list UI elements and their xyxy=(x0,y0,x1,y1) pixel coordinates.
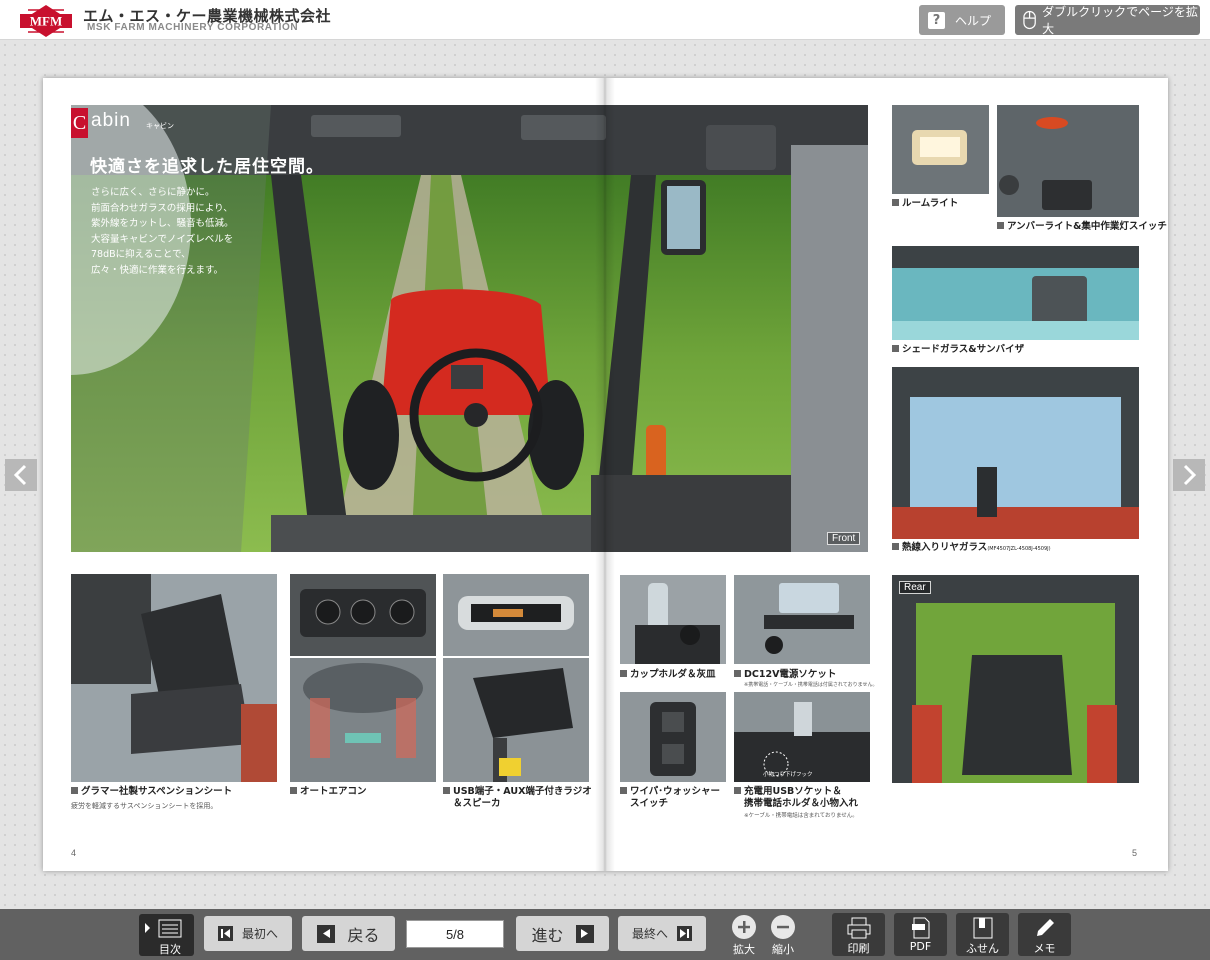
cupholder-photo xyxy=(620,575,726,664)
sticky-note-button[interactable]: ふせん xyxy=(956,913,1009,956)
seat-photo xyxy=(71,574,277,782)
last-page-button[interactable]: 最終へ xyxy=(618,916,706,951)
section-word: abin xyxy=(91,110,131,131)
rear-cabin-photo xyxy=(892,575,1139,783)
sticky-note-label: ふせん xyxy=(966,942,999,955)
caption-seat: グラマー社製サスペンションシート xyxy=(71,786,232,798)
header-bar: MFM エム・エス・ケー農業機械株式会社 MSK FARM MACHINERY … xyxy=(0,0,1210,40)
caption-dc12v: DC12V電源ソケット xyxy=(734,669,836,681)
page-number-left: 4 xyxy=(71,848,77,858)
company-name-en: MSK FARM MACHINERY CORPORATION xyxy=(87,22,299,33)
footer-toolbar: 目次 最初へ 戻る 進む 最終へ 拡大 縮小 印刷 PDF ふせん メモ xyxy=(0,909,1210,960)
caption-usb: 充電用USBソケット＆ 携帯電話ホルダ＆小物入れ xyxy=(734,786,858,810)
hero-title: 快適さを追求した居住空間。 xyxy=(90,157,324,177)
hero-body-text: さらに広く、さらに静かに。 前面合わせガラスの採用により、 紫外線をカットし、騒… xyxy=(91,187,234,276)
caption-cupholder: カップホルダ＆灰皿 xyxy=(620,669,716,681)
toc-button[interactable]: 目次 xyxy=(139,914,194,956)
memo-button[interactable]: メモ xyxy=(1018,913,1071,956)
toc-icon xyxy=(145,919,182,938)
chevron-right-icon xyxy=(1183,464,1197,486)
hook-label: 小物つり下げフック xyxy=(763,772,813,778)
pdf-icon xyxy=(911,917,929,939)
caption-amber: アンバーライト&集中作業灯スイッチ xyxy=(997,221,1167,233)
mfm-logo-icon: MFM xyxy=(20,5,72,37)
help-button[interactable]: ? ヘルプ xyxy=(919,5,1005,35)
toc-label: 目次 xyxy=(159,943,181,956)
page-number-input[interactable] xyxy=(406,920,504,948)
next-button[interactable]: 進む xyxy=(516,916,609,951)
roomlight-photo xyxy=(892,105,989,194)
prev-button[interactable]: 戻る xyxy=(302,916,395,951)
chevron-left-icon xyxy=(13,464,27,486)
first-page-icon xyxy=(217,926,233,941)
front-tag: Front xyxy=(827,532,861,545)
rear-glass-photo xyxy=(892,367,1139,539)
caption-roomlight: ルームライト xyxy=(892,198,958,210)
help-label: ヘルプ xyxy=(955,13,992,28)
first-page-label: 最初へ xyxy=(241,927,278,941)
next-page-arrow[interactable] xyxy=(1173,459,1205,491)
pdf-button[interactable]: PDF xyxy=(894,913,947,956)
caption-radio: USB端子・AUX端子付きラジオ ＆スピーカ xyxy=(443,786,592,810)
rear-tag: Rear xyxy=(899,581,931,594)
pdf-label: PDF xyxy=(909,940,932,953)
book-spine xyxy=(595,78,615,871)
zoom-hint-button[interactable]: ダブルクリックでページを拡大 xyxy=(1015,5,1200,36)
zoom-hint-label: ダブルクリックでページを拡大 xyxy=(1042,5,1198,36)
caption-shade: シェードガラス&サンバイザ xyxy=(892,344,1024,356)
help-icon: ? xyxy=(928,11,945,29)
book-spread[interactable]: C abin キャビン 快適さを追求した居住空間。 さらに広く、さらに静かに。 … xyxy=(43,78,1168,871)
wiper-switch-photo xyxy=(620,692,726,782)
last-page-icon xyxy=(677,926,692,941)
mouse-icon xyxy=(1023,10,1036,30)
caption-aircon: オートエアコン xyxy=(290,786,367,798)
prev-label: 戻る xyxy=(347,925,380,945)
amber-light-photo xyxy=(997,105,1139,217)
page-number-right: 5 xyxy=(1132,848,1138,858)
memo-label: メモ xyxy=(1033,942,1056,955)
zoom-out-icon xyxy=(771,915,795,939)
section-letter: C xyxy=(71,108,88,138)
speaker-photo xyxy=(443,658,589,782)
zoom-in-button[interactable]: 拡大 xyxy=(724,915,764,959)
aircon-panel-photo xyxy=(290,574,436,656)
zoom-out-button[interactable]: 縮小 xyxy=(763,915,803,959)
next-icon xyxy=(575,924,594,943)
print-icon xyxy=(847,917,870,939)
logo-text: MFM xyxy=(30,14,62,29)
zoom-in-label: 拡大 xyxy=(733,943,755,956)
caption-dc12v-sub: ※携帯電話・ケーブル・携帯電話は付属されておりません。 xyxy=(744,682,878,688)
aircon-vents-photo xyxy=(290,658,436,782)
print-label: 印刷 xyxy=(847,942,870,955)
first-page-button[interactable]: 最初へ xyxy=(204,916,292,951)
caption-usb-sub: ※ケーブル・携帯電話は含まれておりません。 xyxy=(744,813,858,819)
next-label: 進む xyxy=(531,925,564,945)
sticky-note-icon xyxy=(973,917,992,939)
usb-holder-photo xyxy=(734,692,870,782)
zoom-in-icon xyxy=(732,915,756,939)
zoom-out-label: 縮小 xyxy=(772,943,794,956)
print-button[interactable]: 印刷 xyxy=(832,913,885,956)
shade-glass-photo xyxy=(892,246,1139,340)
memo-icon xyxy=(1036,919,1054,936)
caption-wiper: ワイパ･ウォッシャー スイッチ xyxy=(620,786,720,810)
section-kana: キャビン xyxy=(146,122,174,130)
radio-photo xyxy=(443,574,589,656)
dc12v-photo xyxy=(734,575,870,664)
caption-seat-sub: 疲労を軽減するサスペンションシートを採用。 xyxy=(71,802,218,810)
caption-heated: 熱線入りリヤガラス(MF4507JZL-4508J-4509J) xyxy=(892,542,1051,555)
caption-heated-models: (MF4507JZL-4508J-4509J) xyxy=(987,546,1051,552)
prev-icon xyxy=(317,924,336,943)
last-page-label: 最終へ xyxy=(631,927,668,941)
prev-page-arrow[interactable] xyxy=(5,459,37,491)
